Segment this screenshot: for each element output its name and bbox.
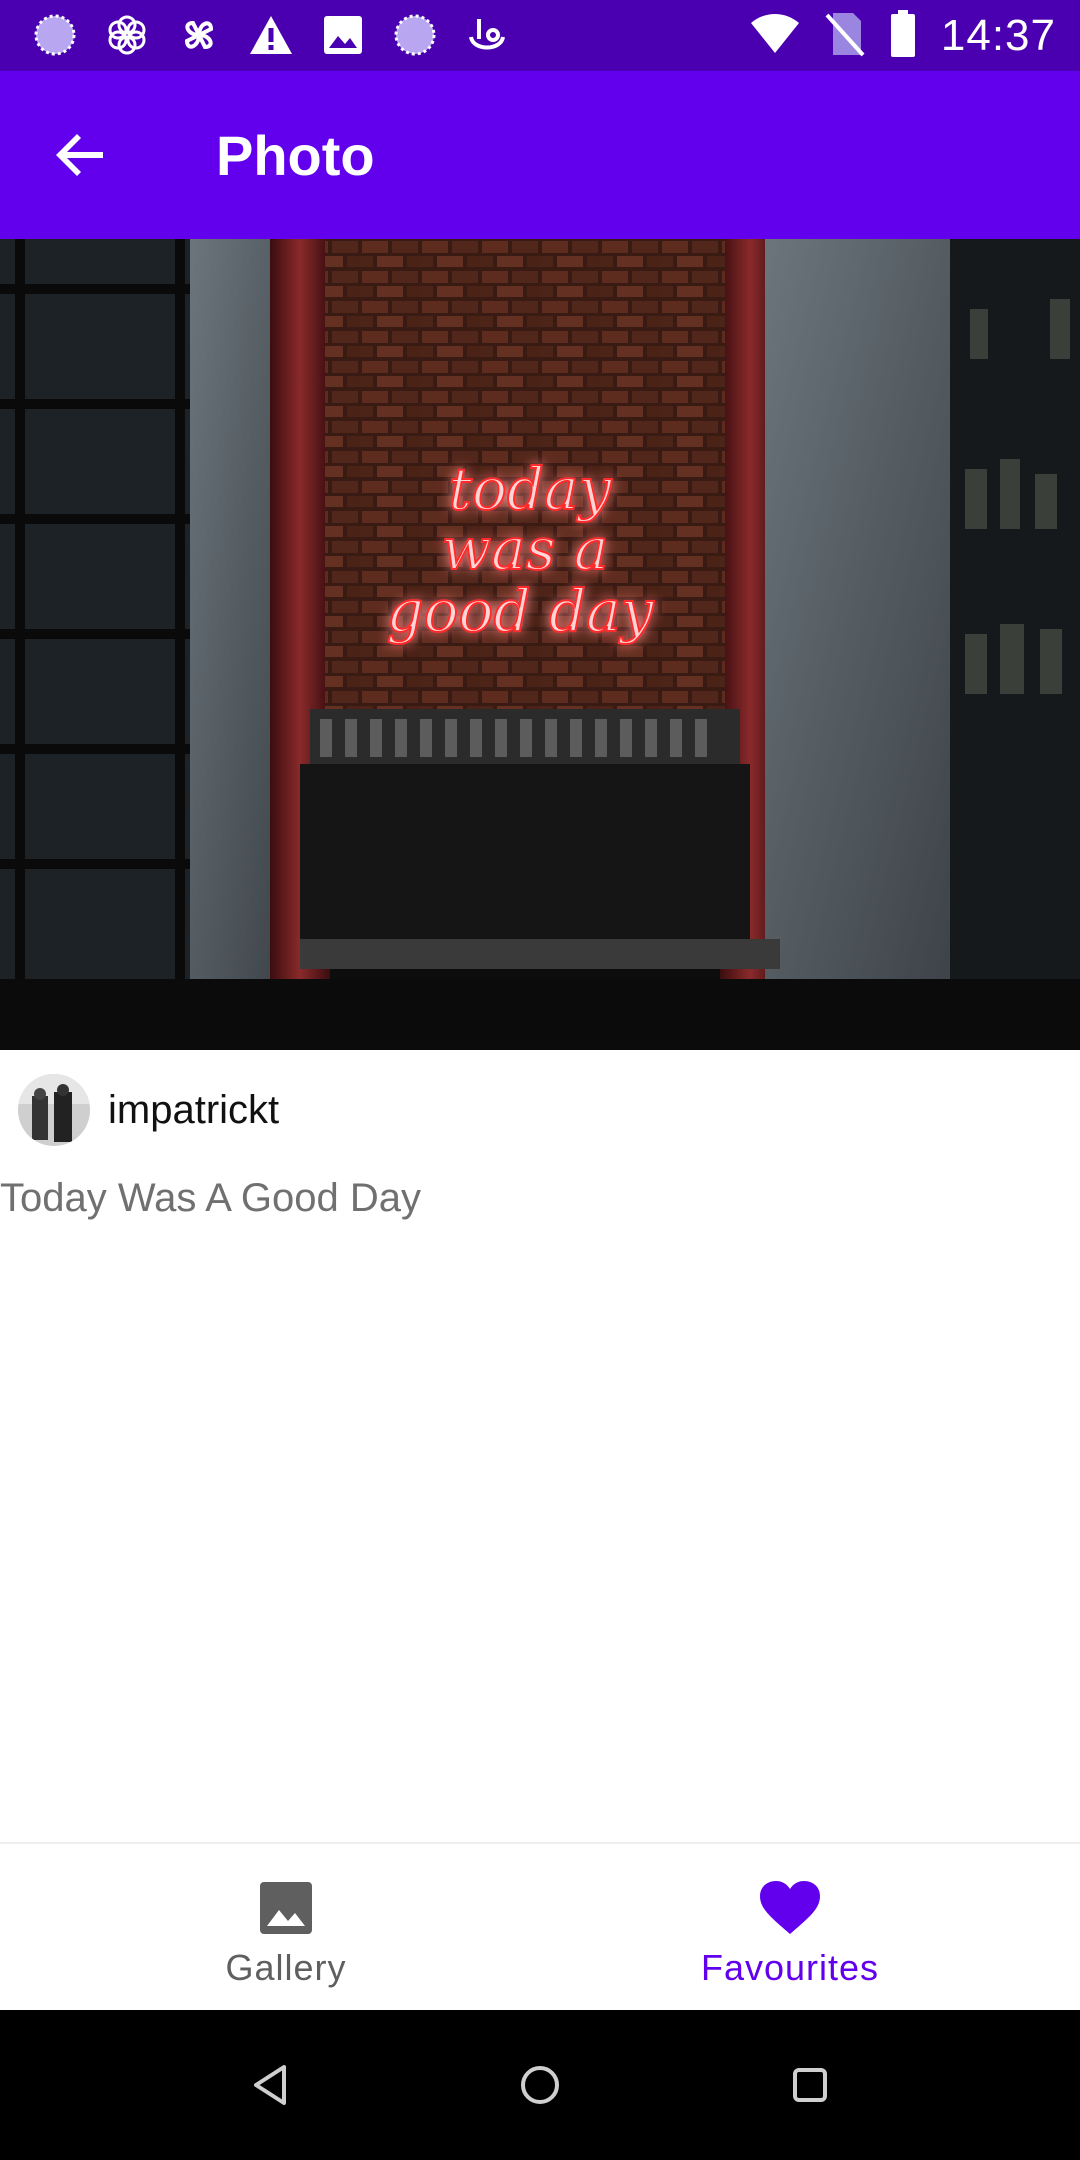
clock: 14:37	[940, 11, 1056, 60]
system-recents-button[interactable]	[780, 2055, 840, 2115]
system-home-button[interactable]	[510, 2055, 570, 2115]
neon-line-3: good day	[386, 577, 654, 645]
avatar[interactable]	[18, 1074, 90, 1146]
system-navigation-bar	[0, 2010, 1080, 2160]
touch-icon	[464, 12, 510, 58]
app-bar: Photo	[0, 71, 1080, 239]
no-sim-icon	[825, 11, 865, 62]
neon-line-1: today	[449, 455, 613, 523]
arrow-back-icon	[56, 134, 103, 176]
warning-icon	[248, 12, 294, 58]
circle-spinner-icon	[392, 12, 438, 58]
nav-item-gallery[interactable]: Gallery	[16, 1844, 556, 2012]
image-icon	[320, 12, 366, 58]
heart-icon	[758, 1876, 822, 1940]
photo-image[interactable]: today was a good day	[0, 239, 1080, 1050]
triangle-back-icon	[254, 2065, 286, 2105]
image-icon	[254, 1876, 318, 1940]
author-username[interactable]: impatrickt	[108, 1088, 279, 1133]
circle-home-icon	[521, 2066, 559, 2104]
flower-icon	[104, 12, 150, 58]
wifi-icon	[749, 13, 801, 60]
notification-icons	[32, 12, 510, 58]
battery-icon	[889, 9, 917, 63]
system-back-button[interactable]	[240, 2055, 300, 2115]
page-title: Photo	[216, 124, 375, 187]
status-right: 14:37	[749, 8, 1056, 64]
photo-description: Today Was A Good Day	[0, 1176, 421, 1220]
status-bar: 14:37	[0, 0, 1080, 71]
pinwheel-icon	[176, 12, 222, 58]
bottom-navigation: Gallery Favourites	[0, 1842, 1080, 2012]
nav-label-gallery: Gallery	[225, 1947, 347, 1988]
nav-item-favourites[interactable]: Favourites	[520, 1844, 1060, 2012]
back-button[interactable]	[40, 115, 120, 195]
square-recents-icon	[793, 2068, 827, 2102]
nav-label-favourites: Favourites	[700, 1947, 880, 1988]
circle-spinner-icon	[32, 12, 78, 58]
neon-line-2: was a	[441, 515, 608, 583]
